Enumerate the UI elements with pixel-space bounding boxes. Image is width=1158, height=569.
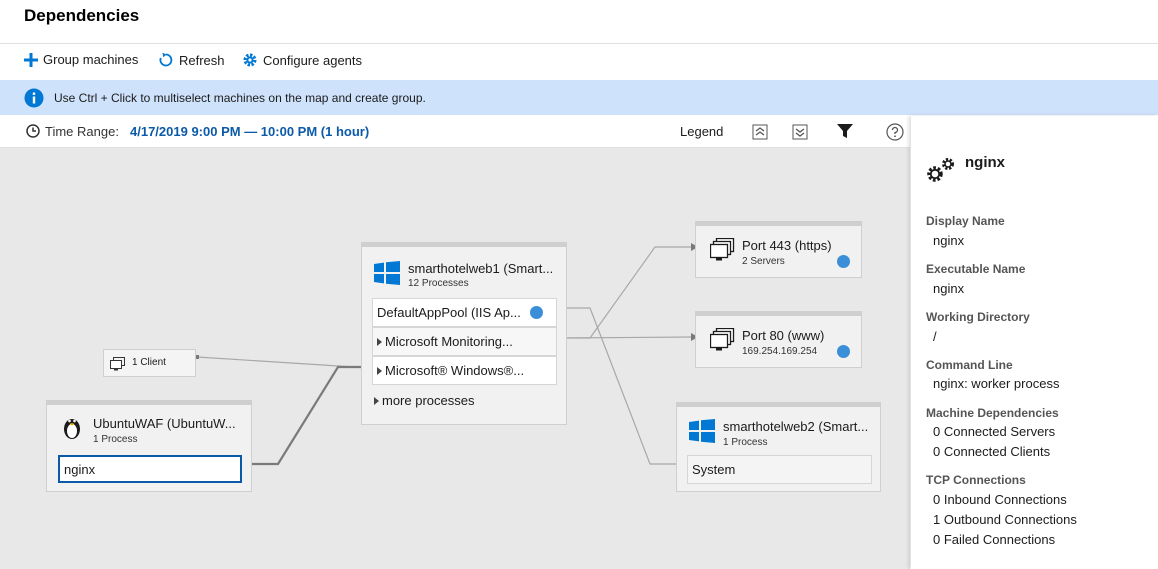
expand-arrow-icon xyxy=(377,367,382,375)
port-name: Port 443 (https) xyxy=(742,238,832,253)
configure-agents-label: Configure agents xyxy=(263,52,363,68)
inbound-connections-link[interactable]: 0 Inbound Connections xyxy=(933,492,1067,507)
client-icon xyxy=(110,357,125,371)
connection-line xyxy=(557,307,685,465)
process-group-item[interactable]: Microsoft® Windows®... xyxy=(372,356,557,385)
machine-name: smarthotelweb2 (Smart... xyxy=(723,419,869,434)
tcp-connections-label: TCP Connections xyxy=(926,473,1026,487)
connection-line xyxy=(241,365,370,466)
port-name: Port 80 (www) xyxy=(742,328,825,343)
windows-icon xyxy=(689,419,715,443)
connection-line xyxy=(556,336,696,339)
toolbar: Group machines Refresh Configure agents xyxy=(0,44,1158,80)
globe-icon xyxy=(530,306,543,319)
gears-icon xyxy=(927,158,954,182)
help-icon[interactable] xyxy=(886,123,904,141)
node-header-bar xyxy=(47,401,251,405)
filter-icon[interactable] xyxy=(836,123,854,140)
info-bar: Use Ctrl + Click to multiselect machines… xyxy=(0,80,1158,115)
node-header-bar xyxy=(362,243,566,247)
machine-node-smarthotelweb2[interactable]: smarthotelweb2 (Smart... 1 Process Syste… xyxy=(676,402,881,492)
group-machines-button[interactable]: Group machines xyxy=(24,52,138,67)
group-machines-label: Group machines xyxy=(43,52,139,67)
time-range-label: Time Range: xyxy=(45,124,119,139)
time-range-value[interactable]: 4/17/2019 9:00 PM — 10:00 PM (1 hour) xyxy=(130,124,369,139)
process-name: Microsoft® Windows®... xyxy=(385,363,525,378)
machine-name: smarthotelweb1 (Smart... xyxy=(408,261,554,276)
expand-all-icon[interactable] xyxy=(752,124,768,140)
display-name-label: Display Name xyxy=(926,214,1005,228)
process-details-panel: nginx Display Name nginx Executable Name… xyxy=(911,116,1158,569)
more-processes-label: more processes xyxy=(382,393,475,408)
expand-arrow-icon xyxy=(377,338,382,346)
clock-icon xyxy=(26,124,40,138)
expand-arrow-icon xyxy=(374,397,379,405)
machine-node-ubuntuwaf[interactable]: UbuntuWAF (UbuntuW... 1 Process nginx xyxy=(46,400,252,492)
collapse-all-icon[interactable] xyxy=(792,124,808,140)
process-item[interactable]: System xyxy=(687,455,872,484)
process-name: DefaultAppPool (IIS Ap... xyxy=(377,305,521,320)
configure-agents-button[interactable]: Configure agents xyxy=(242,52,362,68)
server-count: 2 Servers xyxy=(742,256,785,267)
command-line-label: Command Line xyxy=(926,358,1013,372)
dependency-map[interactable]: 1 Client UbuntuWAF (UbuntuW... 1 Process… xyxy=(0,148,910,569)
failed-connections-link[interactable]: 0 Failed Connections xyxy=(933,532,1055,547)
servers-icon xyxy=(710,238,735,261)
machine-name: UbuntuWAF (UbuntuW... xyxy=(93,416,236,431)
display-name-value: nginx xyxy=(933,233,965,248)
node-header-bar xyxy=(677,403,880,407)
page-title: Dependencies xyxy=(24,6,140,25)
port-node-443[interactable]: Port 443 (https) 2 Servers xyxy=(695,221,862,278)
servers-icon xyxy=(710,328,735,351)
node-header-bar xyxy=(696,222,861,226)
gear-icon xyxy=(243,53,257,67)
legend-button[interactable]: Legend xyxy=(680,124,723,139)
process-count: 12 Processes xyxy=(408,278,469,289)
machine-node-smarthotelweb1[interactable]: smarthotelweb1 (Smart... 12 Processes De… xyxy=(361,242,567,425)
windows-icon xyxy=(374,261,400,285)
refresh-button[interactable]: Refresh xyxy=(158,52,225,68)
panel-title: nginx xyxy=(965,154,1005,171)
working-directory-value: / xyxy=(933,329,937,344)
globe-icon xyxy=(837,255,850,268)
working-directory-label: Working Directory xyxy=(926,310,1030,324)
globe-icon xyxy=(837,345,850,358)
port-node-80[interactable]: Port 80 (www) 169.254.169.254 xyxy=(695,311,862,368)
node-header-bar xyxy=(696,312,861,316)
process-group-item[interactable]: Microsoft Monitoring... xyxy=(372,327,557,356)
time-range-row: Time Range: 4/17/2019 9:00 PM — 10:00 PM… xyxy=(0,116,910,148)
process-count: 1 Process xyxy=(93,434,138,445)
client-group-node[interactable]: 1 Client xyxy=(103,349,196,377)
plus-icon xyxy=(24,52,38,67)
info-icon xyxy=(24,88,44,108)
connected-servers-link[interactable]: 0 Connected Servers xyxy=(933,424,1055,439)
info-message: Use Ctrl + Click to multiselect machines… xyxy=(54,91,426,105)
command-line-value: nginx: worker process xyxy=(933,376,1060,391)
refresh-icon xyxy=(159,52,173,67)
server-address: 169.254.169.254 xyxy=(742,346,818,357)
executable-name-value: nginx xyxy=(933,281,965,296)
connection-line xyxy=(557,246,695,339)
process-nginx-selected[interactable]: nginx xyxy=(58,455,242,483)
outbound-connections-link[interactable]: 1 Outbound Connections xyxy=(933,512,1077,527)
process-count: 1 Process xyxy=(723,437,768,448)
title-bar: Dependencies xyxy=(0,0,1158,44)
client-count-label: 1 Client xyxy=(132,357,166,368)
machine-dependencies-label: Machine Dependencies xyxy=(926,406,1059,420)
refresh-label: Refresh xyxy=(179,52,225,68)
process-name: Microsoft Monitoring... xyxy=(385,334,513,349)
linux-icon xyxy=(64,419,80,439)
executable-name-label: Executable Name xyxy=(926,262,1026,276)
connected-clients-link[interactable]: 0 Connected Clients xyxy=(933,444,1050,459)
more-processes-toggle[interactable]: more processes xyxy=(374,393,474,408)
